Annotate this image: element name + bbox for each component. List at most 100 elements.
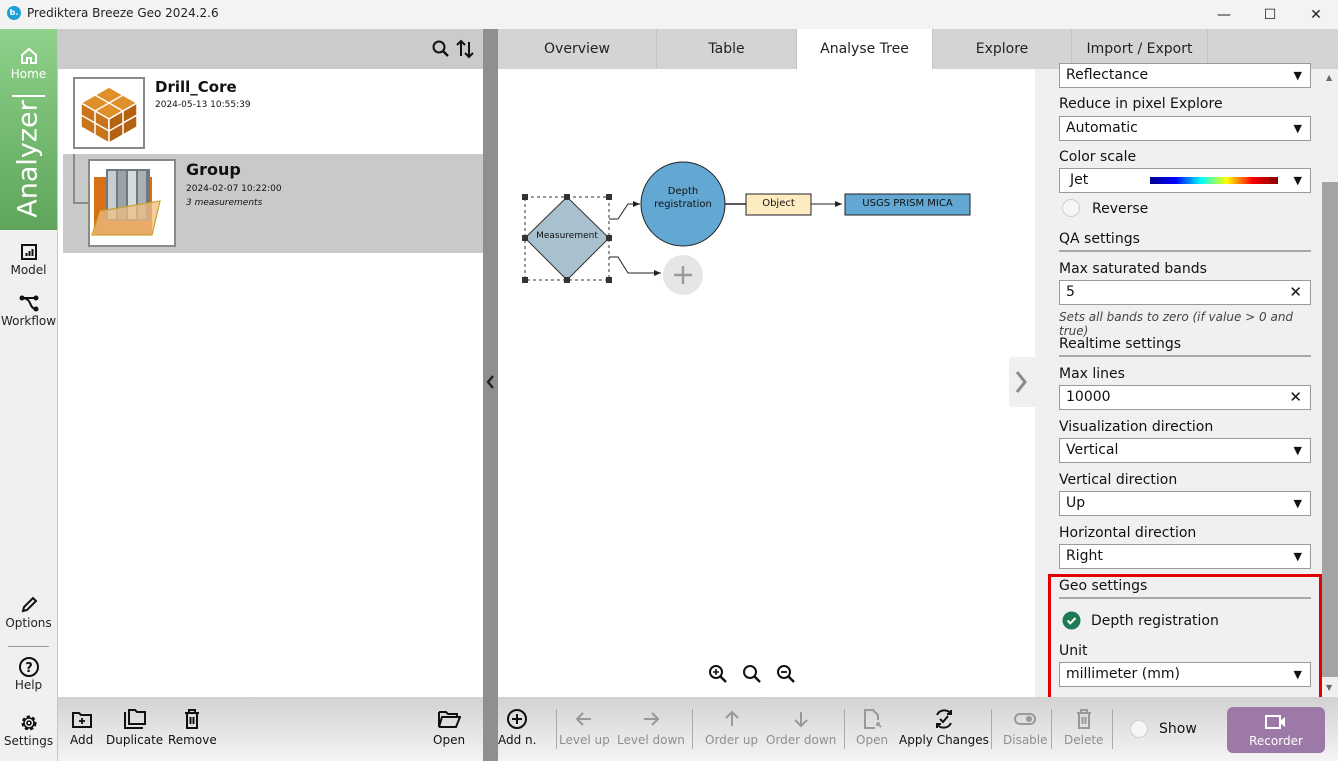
data-type-select[interactable]: Reflectance ▼ [1059, 63, 1311, 88]
nav-help[interactable]: ? Help [0, 656, 57, 692]
dropdown-arrow-icon: ▼ [1293, 69, 1302, 82]
duplicate-button[interactable]: Duplicate [106, 707, 163, 747]
open-node-button[interactable]: Open [856, 707, 888, 747]
realtime-settings-heading: Realtime settings [1059, 336, 1182, 352]
clear-icon[interactable]: ✕ [1289, 281, 1302, 304]
nav-options[interactable]: Options [0, 594, 57, 630]
nav-analyzer[interactable]: Analyzer [3, 100, 53, 219]
zoom-out-icon[interactable] [776, 664, 796, 684]
tree-item-group[interactable]: Group 2024-02-07 10:22:00 3 measurements [63, 154, 484, 253]
color-scale-value: Jet [1070, 172, 1089, 188]
add-button[interactable]: Add [70, 707, 93, 747]
analyse-tree-canvas[interactable]: Measurement Depth registration Object US… [498, 69, 1035, 697]
arrow-left-icon [575, 712, 592, 726]
sync-check-icon [935, 709, 952, 729]
recorder-label: Recorder [1249, 734, 1303, 748]
nav-workflow[interactable]: Workflow [0, 292, 57, 328]
clear-icon[interactable]: ✕ [1289, 386, 1302, 409]
color-scale-label: Color scale [1059, 149, 1137, 165]
vertical-direction-select[interactable]: Up ▼ [1059, 491, 1311, 516]
open-label: Open [433, 733, 466, 747]
recorder-button[interactable]: Recorder [1227, 707, 1325, 753]
order-up-button[interactable]: Order up [705, 707, 758, 747]
nav-model-label: Model [10, 263, 47, 277]
tab-overview[interactable]: Overview [498, 29, 657, 69]
workflow-diagram [522, 161, 971, 295]
search-icon[interactable] [431, 39, 451, 59]
visualization-direction-select[interactable]: Vertical ▼ [1059, 438, 1311, 463]
max-lines-value: 10000 [1066, 389, 1111, 405]
add-circle-icon [507, 709, 528, 729]
minimize-button[interactable]: — [1201, 0, 1247, 29]
level-up-button[interactable]: Level up [559, 707, 610, 747]
level-down-label: Level down [617, 733, 685, 747]
tab-table[interactable]: Table [657, 29, 797, 69]
open-project-button[interactable]: Open [433, 707, 465, 747]
scroll-down-icon[interactable]: ▼ [1326, 683, 1332, 692]
measurement-node-label[interactable]: Measurement [525, 231, 609, 241]
tab-explore[interactable]: Explore [933, 29, 1072, 69]
folder-add-icon [71, 712, 92, 728]
show-radio[interactable] [1130, 720, 1148, 738]
maximize-button[interactable]: ☐ [1247, 0, 1293, 29]
drill-core-thumbnail [73, 77, 145, 149]
remove-button[interactable]: Remove [168, 707, 217, 747]
window-title: Prediktera Breeze Geo 2024.2.6 [27, 6, 219, 20]
toolbar-separator [1112, 709, 1113, 749]
toolbar-separator [844, 709, 845, 749]
order-down-button[interactable]: Order down [766, 707, 836, 747]
object-node-label[interactable]: Object [746, 198, 811, 209]
tree-item-drill-core[interactable]: Drill_Core 2024-05-13 10:55:39 [63, 69, 484, 154]
add-label: Add [70, 733, 94, 747]
panel-splitter[interactable] [483, 29, 498, 761]
folder-image-icon [91, 169, 161, 236]
cube-icon [79, 86, 139, 145]
connector-measurement-depth [609, 201, 640, 220]
delete-button[interactable]: Delete [1064, 707, 1103, 747]
level-down-button[interactable]: Level down [617, 707, 685, 747]
reduce-select[interactable]: Automatic ▼ [1059, 116, 1311, 141]
max-lines-input[interactable]: 10000 ✕ [1059, 385, 1311, 410]
arrow-down-icon [794, 712, 808, 728]
remove-label: Remove [168, 733, 217, 747]
max-saturated-input[interactable]: 5 ✕ [1059, 280, 1311, 305]
chevron-right-icon [1015, 371, 1027, 393]
nav-help-label: Help [14, 678, 43, 692]
nav-home[interactable]: Home [0, 45, 57, 81]
sort-icon[interactable] [455, 38, 475, 60]
model-node-label[interactable]: USGS PRISM MICA [845, 198, 970, 209]
dropdown-arrow-icon: ▼ [1293, 550, 1302, 563]
dropdown-arrow-icon: ▼ [1293, 444, 1302, 457]
scroll-up-icon[interactable]: ▲ [1326, 73, 1332, 82]
tree-header [58, 29, 484, 69]
collapse-left-icon[interactable] [485, 374, 495, 390]
horizontal-direction-select[interactable]: Right ▼ [1059, 544, 1311, 569]
section-divider [1059, 355, 1311, 357]
color-scale-select[interactable]: Jet ▼ [1059, 168, 1311, 193]
toggle-icon [1014, 713, 1037, 725]
expand-settings-button[interactable] [1009, 357, 1035, 407]
tree-connector [73, 202, 89, 204]
visualization-direction-value: Vertical [1066, 442, 1119, 458]
zoom-in-icon[interactable] [708, 664, 728, 684]
item-date: 2024-05-13 10:55:39 [155, 100, 251, 110]
home-icon [20, 47, 37, 64]
svg-text:?: ? [25, 661, 33, 676]
reverse-radio[interactable] [1062, 199, 1080, 217]
disable-button[interactable]: Disable [1003, 707, 1048, 747]
nav-divider [12, 95, 45, 97]
nav-settings[interactable]: Settings [0, 712, 57, 748]
apply-changes-button[interactable]: Apply Changes [899, 707, 989, 747]
trash-icon [1076, 709, 1091, 729]
depth-registration-label[interactable]: Depth registration [641, 185, 725, 211]
reduce-value: Automatic [1066, 120, 1138, 136]
arrow-right-icon [643, 712, 660, 726]
trash-icon [185, 709, 200, 729]
add-node-toolbar-button[interactable]: Add n. [498, 707, 536, 747]
nav-model[interactable]: Model [0, 241, 57, 277]
max-lines-label: Max lines [1059, 366, 1125, 382]
scrollbar-thumb[interactable] [1322, 182, 1338, 677]
close-button[interactable]: ✕ [1293, 0, 1338, 29]
zoom-reset-icon[interactable] [742, 664, 762, 684]
tab-analyse-tree[interactable]: Analyse Tree [797, 29, 933, 69]
